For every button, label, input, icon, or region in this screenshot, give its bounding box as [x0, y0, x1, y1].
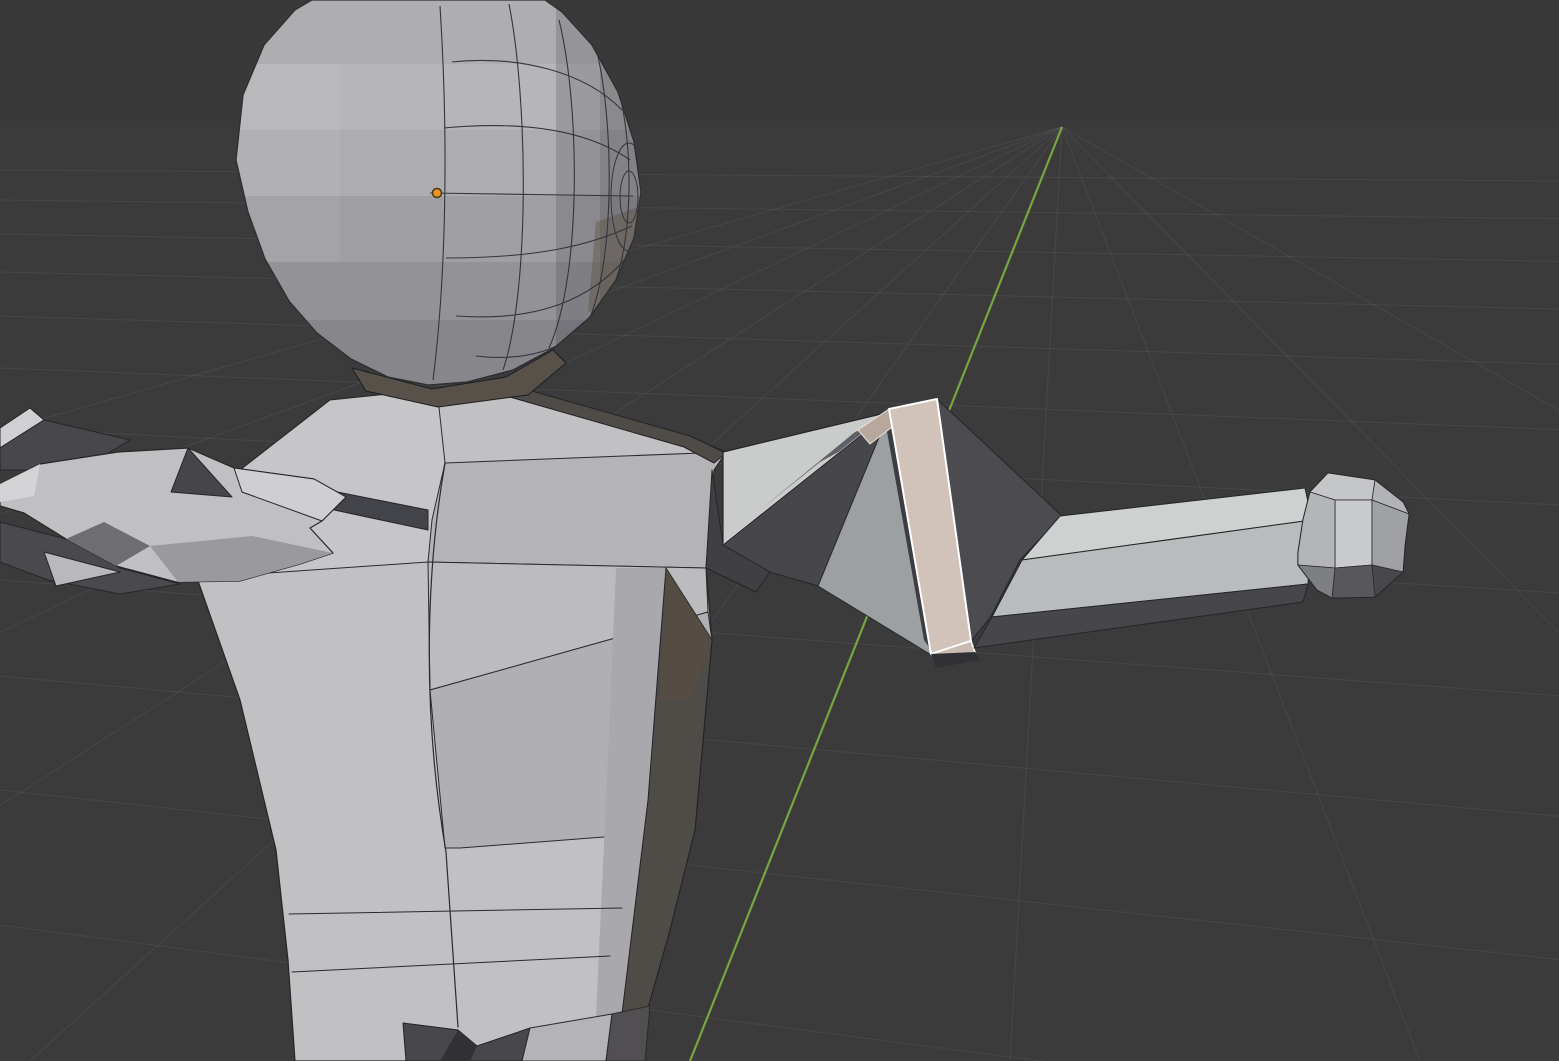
- sky-above-horizon: [0, 0, 1559, 127]
- right-leg-side-dark[interactable]: [606, 1006, 650, 1061]
- torso-right-chest-band[interactable]: [428, 452, 726, 568]
- ball-facet-bottom[interactable]: [1332, 565, 1375, 598]
- object-origin-dot[interactable]: [433, 189, 442, 198]
- ball-facet-front[interactable]: [1335, 500, 1372, 568]
- blender-3d-viewport[interactable]: [0, 0, 1559, 1061]
- viewport-canvas[interactable]: [0, 0, 1559, 1061]
